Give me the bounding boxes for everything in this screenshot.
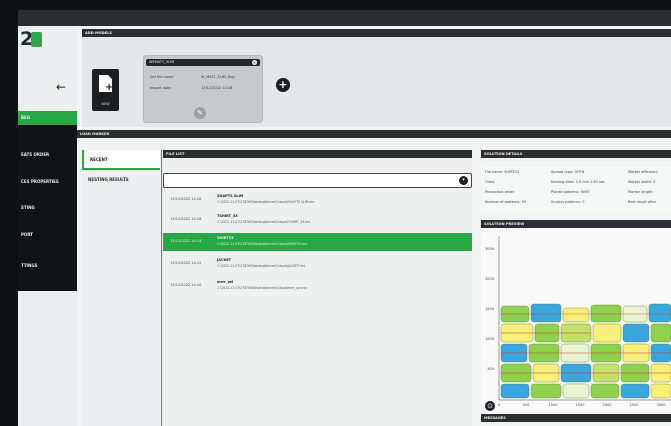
y-tick-500: 500	[487, 367, 494, 371]
load-marker-header: LOAD MARKER	[77, 130, 671, 138]
sidebar: 2 ← BEG EATS ORDER CES PROPERTIES STING …	[18, 26, 77, 426]
detail-nesting-time: Nesting time: 1.5 min 2.63 sec	[551, 180, 605, 184]
model-card[interactable]: WEMAT1_5LIM ✕ Dxf file name W_MAT1_SLIM_…	[143, 55, 263, 123]
sidebar-item-nesting[interactable]: STING	[18, 201, 77, 215]
sidebar-item-orders[interactable]: EATS ORDER	[18, 148, 77, 162]
file-list-row-selected[interactable]: 13/12/2022 14:14 SHIRT33 C:\2022-11-07\2…	[163, 233, 472, 251]
pattern-piece	[622, 323, 650, 343]
file-path: C:\2022-11-07\278765\NestingServer\Outpu…	[217, 220, 311, 224]
sidebar-nav: BEG EATS ORDER CES PROPERTIES STING PORT…	[18, 111, 77, 291]
detail-spread-type: Spread type: OPEN	[551, 170, 585, 174]
solution-preview-header: SOLUTION PREVIEW	[481, 220, 671, 228]
file-name: TSHIRT_33	[217, 214, 238, 218]
edit-pencil-icon[interactable]: ✎	[194, 107, 206, 119]
file-list-header: FILE LIST	[163, 150, 472, 158]
pattern-piece	[590, 383, 620, 399]
pattern-piece	[530, 383, 562, 399]
detail-marker-efficiency: Marker efficiency	[628, 170, 659, 174]
file-list-row[interactable]: 13/12/2022 14:10 mrrr_sel C:\2022-11-07\…	[163, 277, 472, 295]
x-tick-3000: 3000	[657, 403, 666, 407]
y-tick-1000: 1000	[485, 337, 494, 341]
logo-mark	[31, 32, 42, 47]
detail-placed-patterns: Placed patterns: 9090	[551, 190, 590, 194]
pattern-piece	[530, 303, 562, 323]
pattern-piece	[500, 383, 530, 399]
nesting-preview-svg: 3000 2000 1500 1000 500 0 500 1000 1500 …	[485, 236, 671, 407]
import-date-label: Import date	[150, 86, 171, 90]
file-name: mrrr_sel	[217, 280, 234, 284]
solution-details-header: SOLUTION DETAILS	[481, 150, 671, 158]
x-tick-0: 0	[498, 403, 500, 407]
model-card-title: WEMAT1_5LIM	[149, 60, 175, 64]
detail-surplus-patterns: Surplus patterns: 0	[551, 200, 585, 204]
file-list-row[interactable]: 13/12/2022 14:12 JACKET C:\2022-11-07\27…	[163, 255, 472, 273]
nested-patterns	[500, 303, 671, 399]
app-logo: 2	[20, 28, 42, 50]
back-arrow-icon[interactable]: ←	[56, 80, 66, 94]
chevron-down-icon[interactable]: ▾	[459, 176, 468, 185]
plus-icon: +	[105, 82, 114, 93]
pattern-piece	[648, 303, 671, 323]
add-model-button[interactable]: +	[276, 78, 290, 92]
import-date-value: 13/12/2022 14:18	[201, 86, 233, 90]
file-date: 13/12/2022 14:12	[170, 261, 202, 265]
new-model-button[interactable]: + NEW	[92, 69, 119, 111]
sidebar-item-beg[interactable]: BEG	[18, 111, 77, 125]
detail-production-order: Production order	[485, 190, 515, 194]
pattern-piece	[590, 304, 622, 323]
new-model-label: NEW	[101, 102, 110, 106]
sidebar-item-settings[interactable]: TTINGS	[18, 259, 77, 273]
detail-number-of-patterns: Number of patterns: 99	[485, 200, 527, 204]
x-tick-1500: 1500	[576, 403, 585, 407]
x-tick-2500: 2500	[630, 403, 639, 407]
y-tick-2000: 2000	[485, 277, 494, 281]
sidebar-item-report[interactable]: PORT	[18, 228, 77, 242]
pattern-piece	[592, 323, 622, 343]
dxf-file-name-label: Dxf file name	[150, 75, 174, 79]
sidebar-item-properties[interactable]: CES PROPERTIES	[18, 175, 77, 189]
file-path: C:\2022-11-07\278765\NestingServer\Outpu…	[217, 242, 308, 246]
pattern-piece	[650, 323, 671, 343]
file-name: SHAPTS SLIM	[217, 194, 244, 198]
detail-best-result: Best result after	[628, 200, 657, 204]
messages-header: MESSAGES	[481, 414, 671, 422]
close-icon[interactable]: ✕	[252, 60, 257, 65]
file-path: C:\2022-11-07\278765\NestingServer\Outpu…	[217, 286, 308, 290]
file-date: 13/12/2022 14:18	[170, 197, 202, 201]
pattern-piece	[562, 307, 590, 323]
detail-marker-width: Marker width: 9	[628, 180, 656, 184]
dxf-file-name-value: W_MAT1_SLIM_Dxg	[201, 75, 235, 79]
pattern-piece	[620, 383, 650, 399]
tab-recent[interactable]: RECENT	[82, 150, 160, 170]
solution-details-panel: File name: SHIRT33 Spread type: OPEN Mar…	[481, 166, 671, 214]
detail-marker-length: Marker length:	[628, 190, 654, 194]
tab-nesting-results[interactable]: NESTING RESULTS	[82, 170, 160, 190]
file-list-row[interactable]: 13/12/2022 14:18 SHAPTS SLIM C:\2022-11-…	[163, 191, 472, 209]
detail-order: Order	[485, 180, 495, 184]
file-date: 13/12/2022 14:16	[170, 217, 202, 221]
x-tick-2000: 2000	[603, 403, 612, 407]
model-card-header: WEMAT1_5LIM ✕	[146, 59, 260, 66]
x-tick-1000: 1000	[549, 403, 558, 407]
pattern-piece	[562, 383, 590, 399]
y-tick-1500: 1500	[485, 307, 494, 311]
zoom-icon[interactable]: ⊙	[485, 401, 495, 411]
detail-file-name: File name: SHIRT33	[485, 170, 519, 174]
y-tick-3000: 3000	[485, 247, 494, 251]
top-bar	[18, 10, 671, 26]
file-path: C:\2022-11-07\278765\NestingServer\Outpu…	[217, 264, 305, 268]
file-search-input[interactable]: ▾	[163, 173, 472, 188]
add-models-header: ADD MODELS	[82, 29, 671, 37]
pattern-piece	[650, 383, 671, 399]
file-date: 13/12/2022 14:10	[170, 283, 202, 287]
load-marker-tabs: RECENT NESTING RESULTS	[82, 150, 160, 426]
file-name: SHIRT33	[217, 236, 234, 240]
app-window: 2 ← BEG EATS ORDER CES PROPERTIES STING …	[18, 10, 671, 426]
file-path: C:\2022-11-07\278765\NestingServer\Outpu…	[217, 200, 315, 204]
file-name: JACKET	[217, 258, 232, 262]
file-list-row[interactable]: 13/12/2022 14:16 TSHIRT_33 C:\2022-11-07…	[163, 211, 472, 229]
file-date: 13/12/2022 14:14	[170, 239, 202, 243]
x-tick-500: 500	[523, 403, 530, 407]
solution-preview-canvas[interactable]: 3000 2000 1500 1000 500 0 500 1000 1500 …	[481, 228, 671, 414]
